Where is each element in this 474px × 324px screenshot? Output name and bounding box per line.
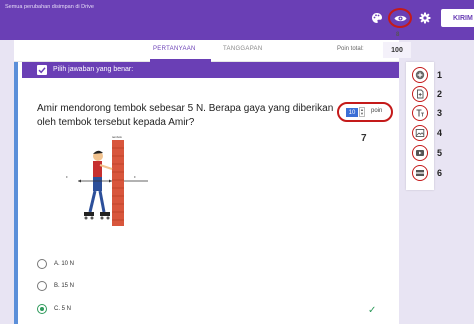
add-section-icon xyxy=(416,170,424,176)
correct-answer-check-icon: ✓ xyxy=(368,305,377,316)
option-label: B. 15 N xyxy=(54,283,75,289)
add-video-icon xyxy=(416,150,424,156)
option-label: C. 5 N xyxy=(54,306,72,312)
tool-number: 1 xyxy=(437,70,443,80)
points-input[interactable]: 10 xyxy=(346,108,358,117)
add-image-icon xyxy=(415,129,425,137)
option-a[interactable]: A. 10 N xyxy=(37,258,74,270)
question-text[interactable]: Amir mendorong tembok sebesar 5 N. Berap… xyxy=(37,102,337,130)
force-push-label: F xyxy=(66,175,68,179)
points-stepper[interactable]: ▲ ▼ xyxy=(359,107,365,117)
send-button[interactable]: KIRIM xyxy=(441,9,474,27)
tool-number: 5 xyxy=(437,148,443,158)
eye-icon xyxy=(394,15,406,21)
radio-button[interactable] xyxy=(37,281,47,291)
tab-questions[interactable]: PERTANYAAN xyxy=(153,46,196,52)
add-section-button[interactable] xyxy=(412,165,428,181)
tab-responses[interactable]: TANGGAPAN xyxy=(223,46,262,52)
total-points-label: Poin total: xyxy=(337,46,364,52)
save-status: Semua perubahan disimpan di Drive xyxy=(5,4,94,10)
question-image: tembok F F xyxy=(66,135,148,226)
gear-icon[interactable] xyxy=(419,12,431,24)
force-reaction-label: F xyxy=(134,175,136,179)
tool-number: 3 xyxy=(437,108,443,118)
preview-button[interactable] xyxy=(388,8,412,28)
tab-bar: PERTANYAAN TANGGAPAN Poin total: 100 xyxy=(14,40,411,62)
import-question-button[interactable] xyxy=(412,86,428,102)
add-title-icon xyxy=(416,109,424,117)
answer-key-checkbox[interactable] xyxy=(37,65,47,75)
tool-number: 6 xyxy=(437,168,443,178)
radio-button-selected[interactable] xyxy=(37,304,47,314)
option-b[interactable]: B. 15 N xyxy=(37,280,74,292)
option-c[interactable]: C. 5 N xyxy=(37,303,71,315)
add-question-button[interactable] xyxy=(412,67,428,83)
wall-label: tembok xyxy=(112,135,122,139)
radio-button[interactable] xyxy=(37,259,47,269)
add-title-button[interactable] xyxy=(412,105,428,121)
tool-number: 2 xyxy=(437,89,443,99)
option-label: A. 10 N xyxy=(54,261,75,267)
tool-number: 4 xyxy=(437,128,443,138)
add-question-icon xyxy=(415,70,425,80)
preview-annotation: 8 xyxy=(396,32,400,38)
import-question-icon xyxy=(417,89,424,99)
add-image-button[interactable] xyxy=(412,125,428,141)
check-icon xyxy=(38,67,46,74)
total-points-value[interactable]: 100 xyxy=(383,42,411,58)
add-video-button[interactable] xyxy=(412,145,428,161)
palette-icon[interactable] xyxy=(371,12,383,24)
points-annotation: 7 xyxy=(361,133,367,144)
answer-key-label: Pilih jawaban yang benar: xyxy=(53,66,134,73)
points-unit-label: poin xyxy=(371,108,383,114)
card-focus-bar xyxy=(14,62,18,324)
